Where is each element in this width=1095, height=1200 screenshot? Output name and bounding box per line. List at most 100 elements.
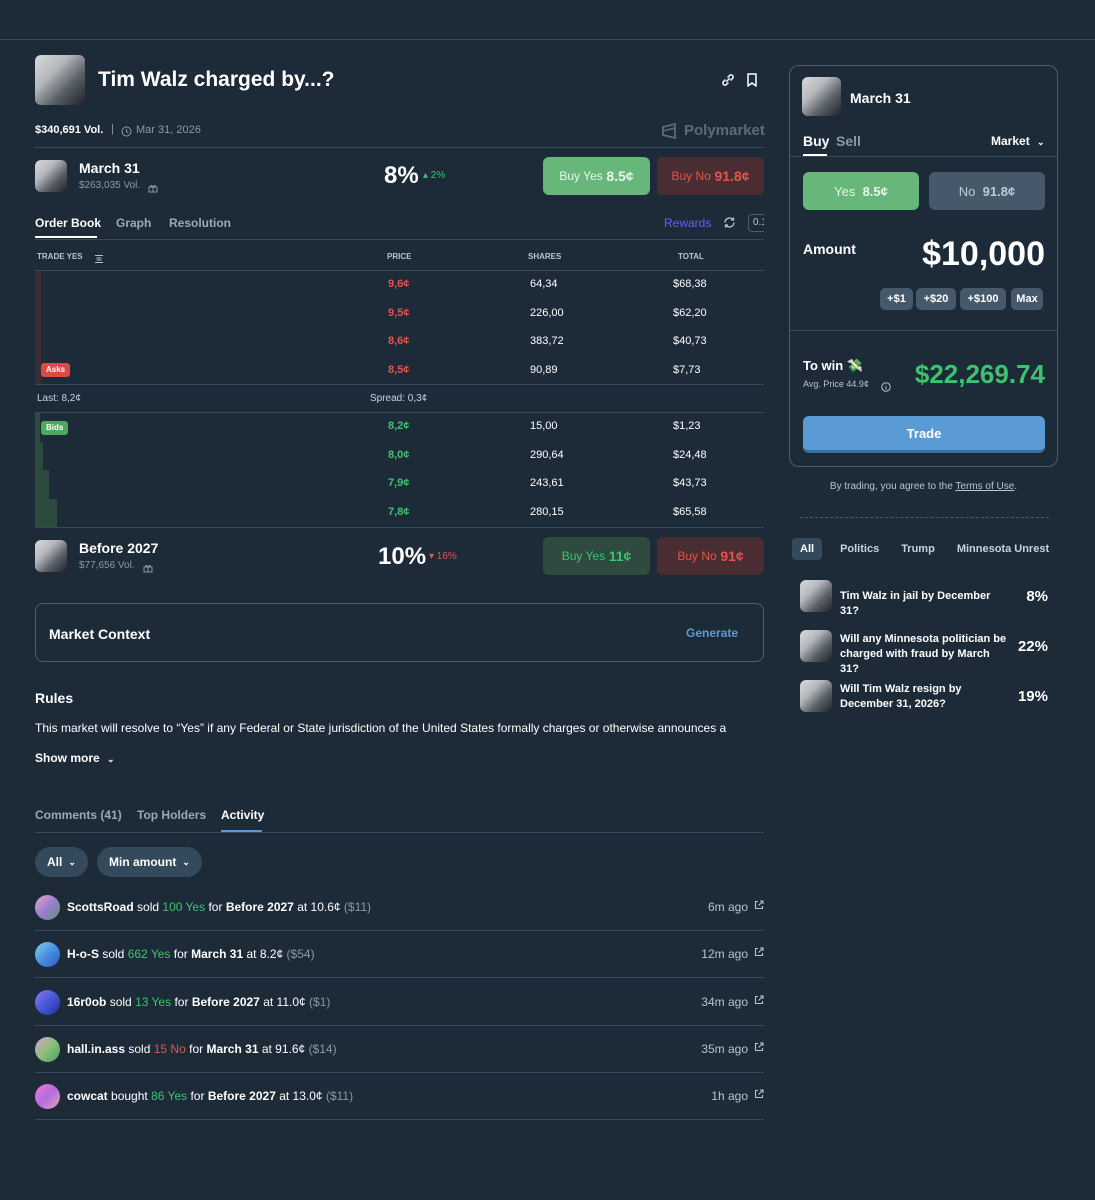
- orderbook-row[interactable]: 9,6¢ 64,34 $68,38: [35, 271, 764, 299]
- buy-yes-button[interactable]: Buy Yes 11¢: [543, 537, 650, 575]
- amount-chip[interactable]: Max: [1011, 288, 1043, 310]
- activity-qty: 15 No: [153, 1041, 186, 1056]
- yes-outcome-button[interactable]: Yes 8.5¢: [803, 172, 919, 210]
- buy-no-price: 91¢: [720, 548, 744, 564]
- tab-top-holders[interactable]: Top Holders: [137, 808, 206, 822]
- activity-user[interactable]: 16r0ob: [67, 995, 106, 1009]
- header-total: TOTAL: [678, 252, 704, 261]
- tab-activity[interactable]: Activity: [221, 808, 264, 822]
- avg-price: Avg. Price 44.9¢: [803, 379, 869, 389]
- external-link-icon[interactable]: [754, 1042, 764, 1055]
- activity-row[interactable]: 16r0ob sold 13 Yes for Before 2027 at 11…: [35, 979, 764, 1026]
- refresh-icon[interactable]: [723, 216, 736, 229]
- activity-amount: ($54): [286, 947, 315, 962]
- tab-buy[interactable]: Buy: [803, 133, 829, 149]
- amount-chip[interactable]: +$1: [880, 288, 913, 310]
- activity-price: at 8.2¢: [246, 947, 284, 962]
- external-link-icon[interactable]: [754, 947, 764, 960]
- activity-outcome: Before 2027: [191, 994, 260, 1009]
- outcome-percent: 10%: [378, 543, 427, 570]
- amount-input[interactable]: $10,000: [900, 235, 1045, 274]
- activity-row[interactable]: ScottsRoad sold 100 Yes for Before 2027 …: [35, 884, 764, 931]
- row-total: $7,73: [673, 363, 701, 376]
- market-volume: $340,691 Vol.: [35, 124, 104, 136]
- tag-trump[interactable]: Trump: [893, 538, 943, 560]
- orderbook-row[interactable]: 7,8¢ 280,15 $65,58: [35, 499, 764, 527]
- terms-text: By trading, you agree to the Terms of Us…: [789, 481, 1058, 492]
- trade-button[interactable]: Trade: [803, 416, 1045, 453]
- buy-yes-button[interactable]: Buy Yes 8.5¢: [543, 157, 650, 195]
- tag-politics[interactable]: Politics: [832, 538, 887, 560]
- tag-all[interactable]: All: [792, 538, 823, 560]
- tab-comments[interactable]: Comments (41): [35, 808, 122, 822]
- rewards-link[interactable]: Rewards: [664, 216, 711, 230]
- terms-link[interactable]: Terms of Use: [955, 481, 1014, 492]
- orderbook-row[interactable]: 8,0¢ 290,64 $24,48: [35, 442, 764, 470]
- header-trade-yes: TRADE YES: [37, 252, 83, 261]
- amount-chip[interactable]: +$100: [960, 288, 1006, 310]
- row-shares: 290,64: [530, 448, 564, 461]
- external-link-icon[interactable]: [754, 1089, 764, 1102]
- activity-user[interactable]: hall.in.ass: [67, 1042, 125, 1056]
- activity-user[interactable]: H-o-S: [67, 947, 99, 961]
- activity-text: ScottsRoad sold 100 Yes for Before 2027 …: [67, 900, 371, 914]
- external-link-icon[interactable]: [754, 900, 764, 913]
- filter-min-amount[interactable]: Min amount ⌄: [97, 847, 202, 877]
- activity-row[interactable]: H-o-S sold 662 Yes for March 31 at 8.2¢ …: [35, 931, 764, 979]
- outcome-change: ▴ 2%: [423, 170, 446, 181]
- activity-amount: ($11): [325, 1089, 354, 1104]
- terms-suffix: .: [1014, 481, 1018, 492]
- activity-price: at 13.0¢: [279, 1089, 323, 1104]
- related-market[interactable]: Will Tim Walz resign by December 31, 202…: [800, 680, 1048, 720]
- activity-time: 34m ago: [701, 994, 748, 1009]
- outcome-image: [35, 160, 67, 192]
- order-icon: [94, 251, 104, 264]
- activity-verb: bought: [111, 1089, 148, 1104]
- activity-user[interactable]: ScottsRoad: [67, 900, 134, 914]
- orderbook-row[interactable]: 8,2¢ 15,00 $1,23: [35, 413, 764, 441]
- generate-button[interactable]: Generate: [686, 626, 738, 640]
- orderbook-row[interactable]: 7,9¢ 243,61 $43,73: [35, 470, 764, 498]
- row-shares: 280,15: [530, 505, 564, 518]
- filter-all[interactable]: All ⌄: [35, 847, 88, 877]
- buy-no-label: Buy No: [671, 169, 711, 183]
- order-type-select[interactable]: Market ⌄: [991, 134, 1045, 148]
- row-shares: 226,00: [530, 306, 564, 319]
- spread-divider-top: [35, 384, 764, 385]
- amount-chip[interactable]: +$20: [916, 288, 956, 310]
- orderbook-row[interactable]: 8,6¢ 383,72 $40,73: [35, 328, 764, 356]
- to-win-label: To win 💸: [803, 358, 863, 373]
- activity-price: at 11.0¢: [263, 994, 306, 1009]
- buy-no-button[interactable]: Buy No 91.8¢: [657, 157, 764, 195]
- price-step-select[interactable]: 0.1: [748, 214, 764, 232]
- activity-verb: sold: [109, 994, 132, 1009]
- related-market-image: [800, 680, 832, 712]
- tab-order-book[interactable]: Order Book: [35, 216, 101, 230]
- orderbook-row[interactable]: 9,5¢ 226,00 $62,20: [35, 300, 764, 328]
- orderbook-row[interactable]: 8,5¢ 90,89 $7,73: [35, 357, 764, 385]
- activity-row[interactable]: cowcat bought 86 Yes for Before 2027 at …: [35, 1073, 764, 1121]
- copy-link-icon[interactable]: [720, 72, 736, 88]
- show-more-button[interactable]: Show more ⌄: [35, 751, 115, 765]
- bookmark-icon[interactable]: [745, 72, 759, 88]
- outcome-image: [35, 540, 67, 572]
- amount-label: Amount: [803, 241, 856, 257]
- activity-user[interactable]: cowcat: [67, 1089, 108, 1103]
- buy-yes-label: Buy Yes: [561, 549, 606, 563]
- tab-graph[interactable]: Graph: [116, 216, 151, 230]
- related-market[interactable]: Tim Walz in jail by December 31? 8%: [800, 580, 1048, 620]
- no-outcome-button[interactable]: No 91.8¢: [929, 172, 1045, 210]
- related-market[interactable]: Will any Minnesota politician be charged…: [800, 630, 1048, 675]
- last-price: Last: 8,2¢: [37, 393, 81, 404]
- tag-minnesota-unrest[interactable]: Minnesota Unrest: [949, 538, 1054, 560]
- row-price: 7,8¢: [388, 505, 410, 518]
- row-price: 7,9¢: [388, 477, 410, 489]
- activity-for: for: [208, 900, 223, 914]
- external-link-icon[interactable]: [754, 995, 764, 1008]
- tab-sell[interactable]: Sell: [836, 133, 861, 149]
- activity-text: hall.in.ass sold 15 No for March 31 at 9…: [67, 1042, 337, 1056]
- tab-resolution[interactable]: Resolution: [169, 216, 231, 230]
- buy-no-label: Buy No: [677, 549, 717, 563]
- buy-no-button[interactable]: Buy No 91¢: [657, 537, 764, 575]
- activity-row[interactable]: hall.in.ass sold 15 No for March 31 at 9…: [35, 1026, 764, 1073]
